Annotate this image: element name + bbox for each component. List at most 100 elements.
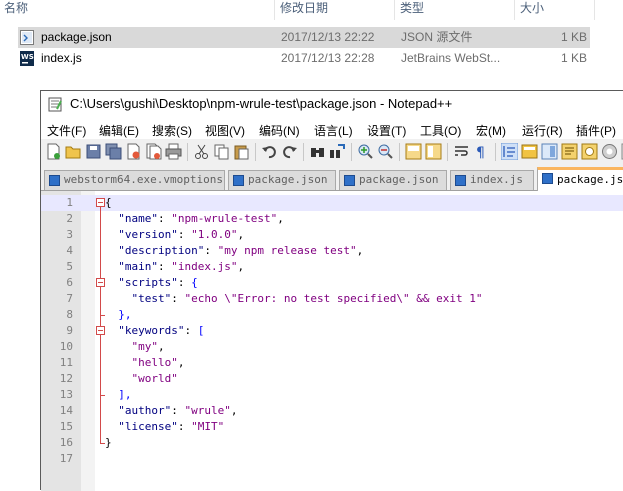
code-line[interactable]: 13 ],	[41, 387, 623, 403]
word-wrap-icon[interactable]	[453, 143, 470, 160]
menu-run[interactable]: 运行(R)	[522, 122, 563, 139]
title-bar[interactable]: C:\Users\gushi\Desktop\npm-wrule-test\pa…	[41, 91, 623, 119]
column-divider[interactable]	[514, 0, 515, 20]
save-state-icon	[233, 175, 244, 186]
menu-encoding[interactable]: 编码(N)	[259, 122, 300, 139]
code-line[interactable]: 16 }	[41, 435, 623, 451]
column-date[interactable]: 修改日期	[276, 0, 328, 20]
menu-language[interactable]: 语言(L)	[314, 122, 353, 139]
monitoring-icon[interactable]	[601, 143, 618, 160]
indent-guide-icon[interactable]	[501, 143, 518, 160]
fold-guide	[100, 315, 105, 316]
undo-icon[interactable]	[261, 143, 278, 160]
fold-toggle-icon[interactable]	[96, 198, 105, 207]
code-editor[interactable]: 1 { 2 "name": "npm-wrule-test", 3 "versi…	[41, 191, 623, 491]
tab-package-json-active[interactable]: package.json	[537, 167, 623, 191]
paste-icon[interactable]	[233, 143, 250, 160]
file-name: index.js	[41, 51, 82, 65]
menu-file[interactable]: 文件(F)	[47, 122, 86, 139]
code-line[interactable]: 10 "my",	[41, 339, 623, 355]
open-file-icon[interactable]	[65, 143, 82, 160]
folder-as-workspace-icon[interactable]	[581, 143, 598, 160]
file-name: package.json	[41, 30, 112, 44]
replace-icon[interactable]	[329, 143, 346, 160]
code-line[interactable]: 5 "main": "index.js",	[41, 259, 623, 275]
code-line[interactable]: 14 "author": "wrule",	[41, 403, 623, 419]
column-divider[interactable]	[394, 0, 395, 20]
svg-text:¶: ¶	[476, 145, 485, 160]
document-map-icon[interactable]	[541, 143, 558, 160]
column-header: 名称 修改日期 类型 大小	[0, 0, 600, 20]
menu-plugins[interactable]: 插件(P)	[576, 122, 616, 139]
tab-webstorm-vmoptions[interactable]: webstorm64.exe.vmoptions	[44, 170, 225, 190]
menu-macro[interactable]: 宏(M)	[476, 122, 506, 139]
tab-package-json[interactable]: package.json	[228, 170, 336, 190]
menu-tools[interactable]: 工具(O)	[420, 122, 461, 139]
menu-edit[interactable]: 编辑(E)	[99, 122, 139, 139]
column-size[interactable]: 大小	[516, 0, 544, 20]
column-divider[interactable]	[594, 0, 595, 20]
code-line[interactable]: 4 "description": "my npm release test",	[41, 243, 623, 259]
function-list-icon[interactable]	[561, 143, 578, 160]
toolbar-separator	[351, 143, 352, 161]
file-type: JSON 源文件	[401, 30, 473, 44]
user-language-icon[interactable]	[521, 143, 538, 160]
toolbar: ¶	[41, 139, 623, 165]
save-state-icon	[542, 173, 553, 184]
column-divider[interactable]	[274, 0, 275, 20]
fold-toggle-icon[interactable]	[96, 326, 105, 335]
code-line[interactable]: 3 "version": "1.0.0",	[41, 227, 623, 243]
tab-package-json[interactable]: package.json	[339, 170, 447, 190]
zoom-in-icon[interactable]	[357, 143, 374, 160]
sync-horizontal-icon[interactable]	[425, 143, 442, 160]
code-line[interactable]: 1 {	[41, 195, 623, 211]
file-date: 2017/12/13 22:28	[281, 51, 375, 65]
code-line[interactable]: 12 "world"	[41, 371, 623, 387]
show-all-characters-icon[interactable]: ¶	[473, 143, 490, 160]
toolbar-separator	[495, 143, 496, 161]
find-icon[interactable]	[309, 143, 326, 160]
fold-guide	[100, 443, 105, 444]
fold-toggle-icon[interactable]	[96, 278, 105, 287]
close-all-icon[interactable]	[145, 143, 162, 160]
file-size: 1 KB	[560, 30, 587, 44]
redo-icon[interactable]	[281, 143, 298, 160]
code-line[interactable]: 2 "name": "npm-wrule-test",	[41, 211, 623, 227]
toolbar-separator	[255, 143, 256, 161]
toolbar-separator	[303, 143, 304, 161]
code-line[interactable]: 15 "license": "MIT"	[41, 419, 623, 435]
json-file-icon	[20, 30, 34, 45]
toolbar-separator	[447, 143, 448, 161]
webstorm-file-icon: WS	[20, 51, 34, 66]
sync-vertical-icon[interactable]	[405, 143, 422, 160]
save-all-icon[interactable]	[105, 143, 122, 160]
zoom-out-icon[interactable]	[377, 143, 394, 160]
print-icon[interactable]	[165, 143, 182, 160]
menu-view[interactable]: 视图(V)	[205, 122, 245, 139]
fold-guide	[100, 207, 101, 443]
tab-index-js[interactable]: index.js	[450, 170, 534, 190]
window-title: C:\Users\gushi\Desktop\npm-wrule-test\pa…	[70, 96, 453, 111]
file-row-package-json[interactable]: package.json 2017/12/13 22:22 JSON 源文件 1…	[18, 27, 590, 48]
code-line[interactable]: 11 "hello",	[41, 355, 623, 371]
menu-search[interactable]: 搜索(S)	[152, 122, 192, 139]
column-type[interactable]: 类型	[396, 0, 424, 20]
tab-bar: webstorm64.exe.vmoptions package.json pa…	[41, 167, 623, 191]
copy-icon[interactable]	[213, 143, 230, 160]
close-file-icon[interactable]	[125, 143, 142, 160]
cut-icon[interactable]	[193, 143, 210, 160]
code-line[interactable]: 17	[41, 451, 623, 467]
new-file-icon[interactable]	[45, 143, 62, 160]
file-row-index-js[interactable]: WS index.js 2017/12/13 22:28 JetBrains W…	[18, 48, 590, 69]
file-size: 1 KB	[560, 51, 587, 65]
menu-settings[interactable]: 设置(T)	[367, 122, 406, 139]
toolbar-separator	[399, 143, 400, 161]
code-line[interactable]: 6 "scripts": {	[41, 275, 623, 291]
toolbar-separator	[187, 143, 188, 161]
column-name[interactable]: 名称	[0, 0, 28, 20]
save-icon[interactable]	[85, 143, 102, 160]
code-line[interactable]: 7 "test": "echo \"Error: no test specifi…	[41, 291, 623, 307]
code-line[interactable]: 8 },	[41, 307, 623, 323]
file-type: JetBrains WebSt...	[401, 51, 501, 65]
code-line[interactable]: 9 "keywords": [	[41, 323, 623, 339]
